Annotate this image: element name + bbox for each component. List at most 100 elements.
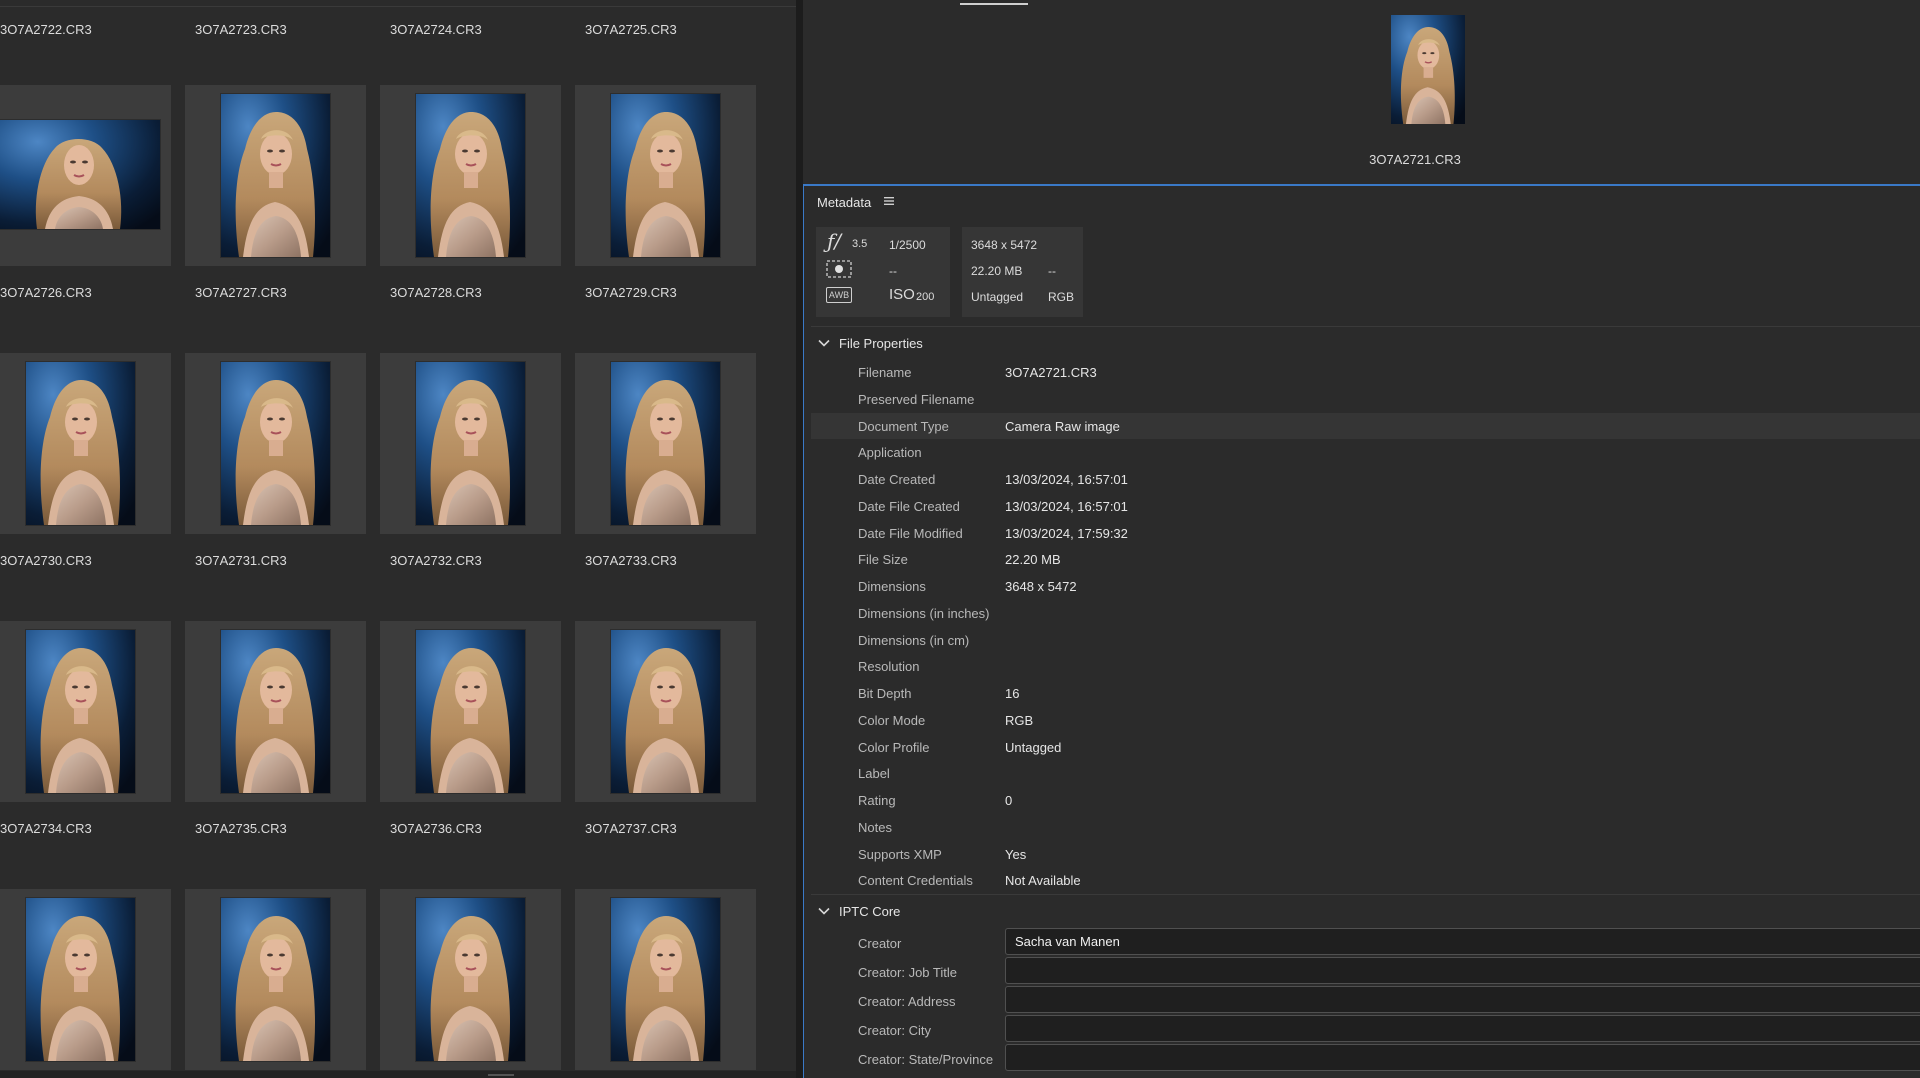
thumbnail-image — [416, 630, 525, 793]
thumbnail-filename[interactable]: 3O7A2723.CR3 — [195, 22, 287, 37]
iptc-field-creator-job-title[interactable] — [1005, 957, 1920, 984]
metadata-row[interactable]: Document Type Camera Raw image — [811, 412, 1920, 439]
preview-tab-indicator[interactable] — [960, 3, 1028, 5]
iptc-field-creator-address[interactable] — [1005, 986, 1920, 1013]
metadata-value: 22.20 MB — [1005, 552, 1061, 568]
thumbnail-filename[interactable]: 3O7A2731.CR3 — [195, 553, 287, 568]
meta-divider — [811, 326, 1920, 327]
iso-value: 200 — [916, 291, 935, 303]
metadata-tab[interactable]: Metadata — [817, 195, 871, 210]
metadata-label: Dimensions — [858, 579, 926, 594]
metadata-row[interactable]: File Size 22.20 MB — [811, 546, 1920, 572]
thumbnail-image — [0, 120, 160, 229]
metadata-row[interactable]: Resolution — [811, 653, 1920, 679]
metadata-label: Label — [858, 766, 890, 782]
iptc-row: Creator: City — [811, 1015, 1920, 1044]
thumbnail-filename[interactable]: 3O7A2726.CR3 — [0, 285, 92, 300]
metadata-label: Date File Modified — [858, 525, 963, 541]
meta-divider — [811, 894, 1920, 895]
metadata-label: Color Mode — [858, 712, 926, 728]
panel-menu-icon[interactable] — [882, 194, 896, 208]
thumbnail-filename[interactable]: 3O7A2733.CR3 — [585, 553, 677, 568]
preview-panel: 3O7A2721.CR3 — [803, 0, 1920, 184]
metadata-row[interactable]: Preserved Filename — [811, 386, 1920, 412]
metadata-row[interactable]: Date File Created 13/03/2024, 16:57:01 — [811, 493, 1920, 519]
thumbnail-card[interactable] — [380, 85, 561, 266]
metadata-row[interactable]: Content Credentials Not Available — [811, 867, 1920, 893]
file-properties-title: File Properties — [839, 335, 923, 351]
metadata-row[interactable]: Dimensions (in inches) — [811, 600, 1920, 626]
thumbnail-card[interactable] — [185, 85, 366, 266]
iptc-row: Creator: Address — [811, 986, 1920, 1015]
iptc-label: Creator: Job Title — [858, 965, 957, 980]
thumbnail-filename[interactable]: 3O7A2734.CR3 — [0, 821, 92, 836]
metadata-row[interactable]: Color Mode RGB — [811, 707, 1920, 733]
content-scroll-track[interactable] — [778, 0, 794, 1078]
thumbnail-card[interactable] — [575, 621, 756, 802]
metadata-label: Application — [858, 445, 922, 461]
thumbnail-card[interactable] — [380, 889, 561, 1070]
thumbnail-card[interactable] — [575, 353, 756, 534]
metadata-row[interactable]: Date Created 13/03/2024, 16:57:01 — [811, 466, 1920, 492]
thumbnail-card[interactable] — [575, 889, 756, 1070]
metadata-value: 3648 x 5472 — [1005, 579, 1077, 594]
iptc-field-creator[interactable] — [1005, 928, 1920, 955]
metadata-row[interactable]: Supports XMP Yes — [811, 841, 1920, 867]
thumbnail-filename[interactable]: 3O7A2729.CR3 — [585, 285, 677, 300]
metadata-label: Supports XMP — [858, 846, 942, 862]
metadata-label: Date File Created — [858, 498, 960, 514]
metadata-value: 13/03/2024, 16:57:01 — [1005, 498, 1128, 514]
metadata-row[interactable]: Dimensions 3648 x 5472 — [811, 573, 1920, 599]
chevron-down-icon — [818, 907, 830, 915]
thumbnail-filename[interactable]: 3O7A2724.CR3 — [390, 22, 482, 37]
thumbnail-filename[interactable]: 3O7A2732.CR3 — [390, 553, 482, 568]
iptc-label: Creator — [858, 936, 902, 951]
metadata-label: Date Created — [858, 472, 936, 487]
metadata-row[interactable]: Application — [811, 439, 1920, 465]
thumbnail-filename[interactable]: 3O7A2736.CR3 — [390, 821, 482, 836]
thumbnail-filename[interactable]: 3O7A2722.CR3 — [0, 22, 92, 37]
thumbnail-card[interactable] — [380, 621, 561, 802]
metadata-row[interactable]: Bit Depth 16 — [811, 680, 1920, 706]
metadata-row[interactable]: Color Profile Untagged — [811, 734, 1920, 760]
panel-splitter[interactable] — [796, 0, 803, 1078]
metadata-row[interactable]: Notes — [811, 814, 1920, 840]
thumbnail-filename[interactable]: 3O7A2737.CR3 — [585, 821, 677, 836]
thumbnail-filename[interactable]: 3O7A2728.CR3 — [390, 285, 482, 300]
thumbnail-filename[interactable]: 3O7A2730.CR3 — [0, 553, 92, 568]
thumbnail-card[interactable] — [0, 889, 171, 1070]
file-properties-header[interactable]: File Properties — [817, 333, 923, 353]
iptc-field-creator-state-province[interactable] — [1005, 1044, 1920, 1071]
metadata-row[interactable]: Date File Modified 13/03/2024, 17:59:32 — [811, 520, 1920, 546]
iptc-label: Creator: Address — [858, 994, 956, 1009]
thumbnail-image — [221, 362, 330, 525]
content-bottom-handle[interactable] — [488, 1074, 514, 1076]
metering-icon — [826, 260, 852, 283]
thumbnail-card[interactable] — [0, 621, 171, 802]
metadata-row[interactable]: Rating 0 — [811, 787, 1920, 813]
thumbnail-card[interactable] — [185, 353, 366, 534]
metadata-label: Color Profile — [858, 739, 930, 755]
thumbnail-card[interactable] — [0, 85, 171, 266]
metadata-row[interactable]: Filename 3O7A2721.CR3 — [811, 359, 1920, 385]
thumbnail-filename[interactable]: 3O7A2735.CR3 — [195, 821, 287, 836]
thumbnail-card[interactable] — [575, 85, 756, 266]
thumbnail-image — [416, 362, 525, 525]
thumbnail-filename[interactable]: 3O7A2725.CR3 — [585, 22, 677, 37]
iptc-field-creator-city[interactable] — [1005, 1015, 1920, 1042]
metadata-row[interactable]: Label — [811, 760, 1920, 786]
iptc-core-header[interactable]: IPTC Core — [817, 901, 900, 921]
metadata-value: 13/03/2024, 16:57:01 — [1005, 472, 1128, 487]
chevron-down-icon — [818, 339, 830, 347]
metadata-row[interactable]: Dimensions (in cm) — [811, 627, 1920, 653]
shutter-value: 1/2500 — [889, 238, 926, 252]
thumbnail-card[interactable] — [185, 889, 366, 1070]
thumbnail-card[interactable] — [0, 353, 171, 534]
preview-filename: 3O7A2721.CR3 — [1369, 152, 1461, 167]
thumbnail-card[interactable] — [185, 621, 366, 802]
thumbnail-filename[interactable]: 3O7A2727.CR3 — [195, 285, 287, 300]
metadata-label: Notes — [858, 819, 892, 835]
preview-image[interactable] — [1391, 15, 1465, 124]
thumbnail-card[interactable] — [380, 353, 561, 534]
metadata-value: Yes — [1005, 846, 1027, 862]
